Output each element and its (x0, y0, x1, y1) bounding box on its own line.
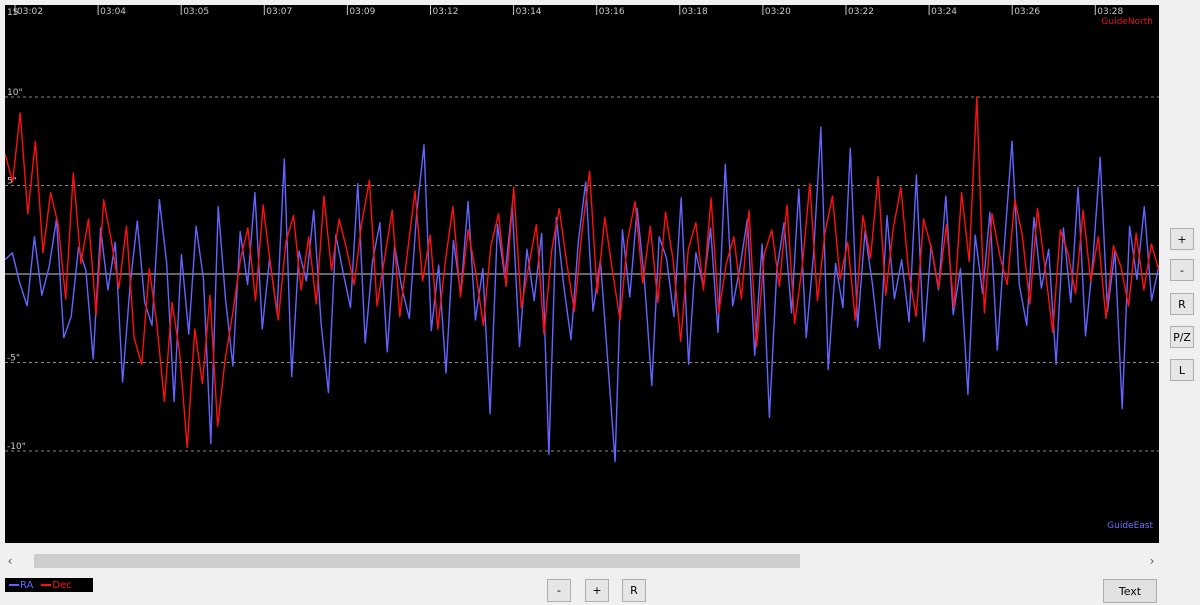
series-line-dec (5, 96, 1159, 449)
x-tick-label: 03:09 (349, 7, 375, 17)
x-tick-label: 03:07 (266, 7, 292, 17)
zoom-in-button[interactable]: + (1170, 228, 1194, 250)
x-tick-label: 03:12 (433, 7, 459, 17)
scroll-track[interactable] (22, 553, 1140, 569)
guide-east-label: GuideEast (1107, 521, 1153, 531)
scroll-right-arrow-icon[interactable]: › (1142, 551, 1162, 571)
horizontal-scrollbar[interactable]: ‹ › (0, 551, 1165, 571)
zoom-out-button[interactable]: - (1170, 259, 1194, 281)
guide-north-label: GuideNorth (1101, 17, 1153, 27)
x-tick-label: 03:24 (931, 7, 957, 17)
x-tick-label: 03:18 (682, 7, 708, 17)
x-zoom-out-button[interactable]: - (547, 579, 571, 602)
x-tick-label: 03:04 (100, 7, 126, 17)
x-tick-label: 03:05 (183, 7, 209, 17)
x-tick-label: 03:28 (1097, 7, 1123, 17)
text-button[interactable]: Text (1103, 579, 1157, 603)
y-tick-label: 10" (7, 88, 23, 98)
x-tick-label: 03:14 (516, 7, 542, 17)
x-tick-label: 03:22 (848, 7, 874, 17)
dec-swatch (41, 584, 52, 586)
y-tick-label: -10" (7, 442, 26, 452)
legend-dec-label: Dec (52, 579, 72, 591)
legend-ra: RA (9, 580, 33, 591)
reset-button[interactable]: R (1170, 293, 1194, 315)
scroll-left-arrow-icon[interactable]: ‹ (0, 551, 20, 571)
x-reset-button[interactable]: R (622, 579, 646, 602)
length-button[interactable]: L (1170, 359, 1194, 381)
x-tick-label: 03:26 (1014, 7, 1040, 17)
guide-graph: 10" 5" -5" -10" 15 03:02 03:04 03:05 03:07 03:09 0… (5, 5, 1159, 543)
x-tick-label: 03:20 (765, 7, 791, 17)
x-tick-label: 03:02 (17, 7, 43, 17)
x-zoom-in-button[interactable]: + (585, 579, 609, 602)
x-tick-label: 03:16 (599, 7, 625, 17)
legend-dec: Dec (41, 579, 72, 591)
ra-swatch (9, 584, 19, 586)
legend: RA Dec (5, 578, 93, 592)
scroll-thumb[interactable] (34, 554, 800, 568)
legend-ra-label: RA (20, 579, 34, 591)
chart-svg: 10"5"-5"-10"1503:02 03:04 03:05 03:07 03:09 0… (5, 5, 1159, 463)
pz-button[interactable]: P/Z (1170, 326, 1194, 348)
y-tick-label: -5" (7, 354, 20, 364)
